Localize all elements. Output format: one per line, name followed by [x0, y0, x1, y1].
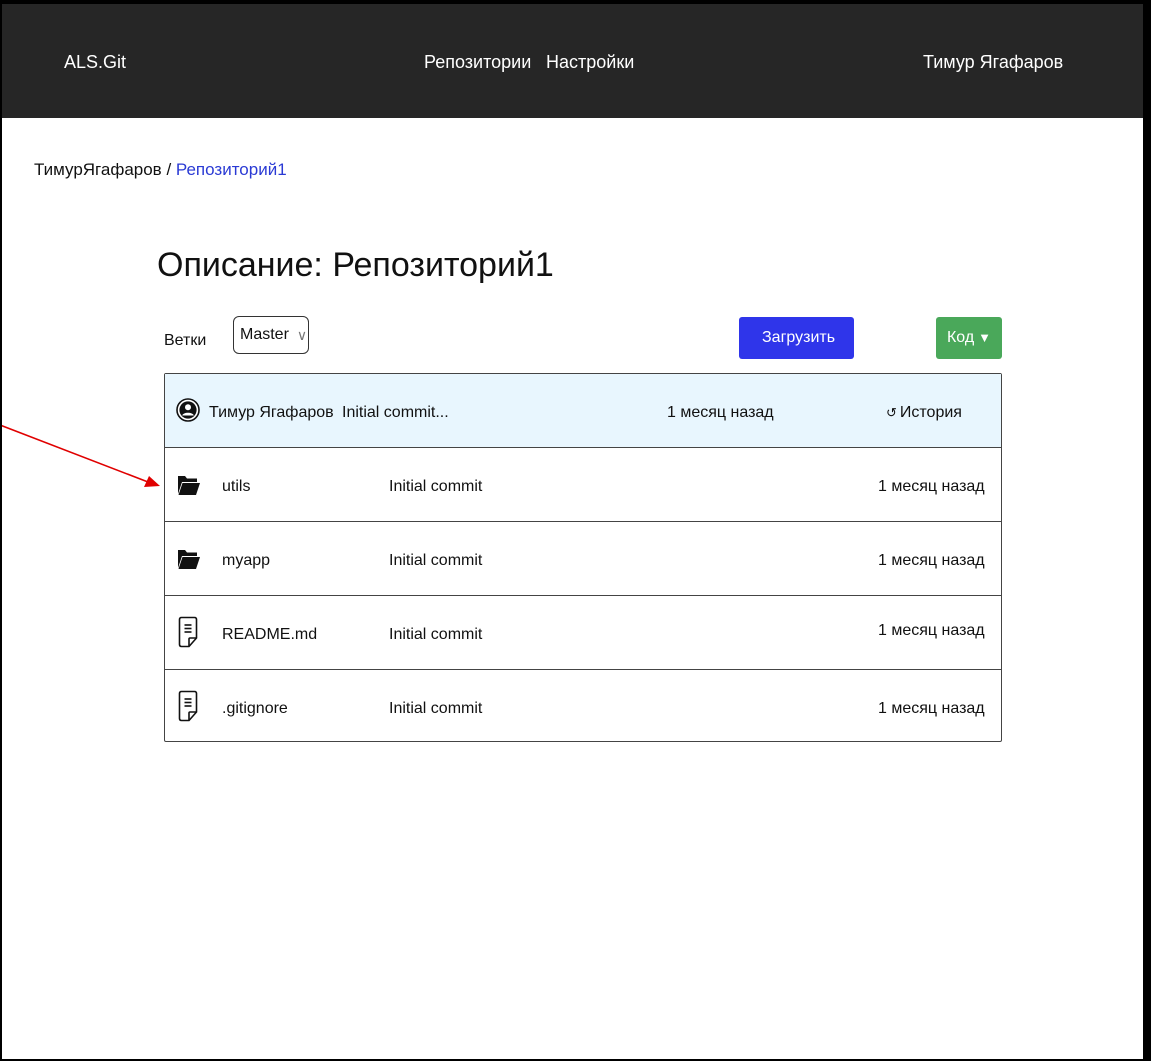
- branch-selected-value: Master: [240, 326, 289, 343]
- file-row-utils[interactable]: utils Initial commit 1 месяц назад: [165, 448, 1001, 522]
- page-title: Описание: Репозиторий1: [157, 246, 554, 284]
- breadcrumb-repo-link[interactable]: Репозиторий1: [176, 160, 287, 179]
- folder-open-icon: [178, 550, 200, 569]
- nav-settings-link[interactable]: Настройки: [546, 52, 634, 73]
- chevron-down-icon: ∨: [296, 326, 308, 343]
- commit-date: 1 месяц назад: [667, 404, 774, 421]
- file-commit-message[interactable]: Initial commit: [389, 478, 482, 496]
- file-commit-date: 1 месяц назад: [878, 700, 985, 717]
- branch-select[interactable]: Master ∨: [233, 316, 309, 354]
- file-commit-message[interactable]: Initial commit: [389, 626, 482, 644]
- history-label: История: [899, 404, 962, 421]
- file-commit-date: 1 месяц назад: [878, 478, 985, 495]
- file-name[interactable]: myapp: [222, 552, 270, 570]
- caret-down-icon: ▼: [978, 330, 992, 345]
- history-link[interactable]: ↺ История: [886, 404, 962, 422]
- history-icon: ↺: [886, 405, 897, 420]
- code-button[interactable]: Код ▼: [936, 317, 1002, 359]
- document-icon: [178, 616, 198, 648]
- branch-label: Ветки: [164, 332, 207, 349]
- user-avatar-icon: [176, 398, 200, 422]
- document-icon: [178, 690, 198, 722]
- file-name[interactable]: .gitignore: [222, 700, 288, 718]
- breadcrumb: ТимурЯгафаров / Репозиторий1: [34, 160, 287, 180]
- file-row-readme[interactable]: README.md Initial commit 1 месяц назад: [165, 596, 1001, 670]
- file-row-gitignore[interactable]: .gitignore Initial commit 1 месяц назад: [165, 670, 1001, 744]
- file-commit-date: 1 месяц назад: [878, 552, 985, 569]
- user-menu[interactable]: Тимур Ягафаров: [923, 52, 1063, 73]
- file-commit-message[interactable]: Initial commit: [389, 700, 482, 718]
- latest-commit-row: Тимур Ягафаров Initial commit... 1 месяц…: [165, 374, 1001, 448]
- top-navbar: ALS.Git Репозитории Настройки Тимур Ягаф…: [0, 0, 1151, 118]
- file-row-myapp[interactable]: myapp Initial commit 1 месяц назад: [165, 522, 1001, 596]
- commit-author[interactable]: Тимур Ягафаров: [209, 404, 334, 422]
- nav-repositories-link[interactable]: Репозитории: [424, 52, 531, 73]
- code-button-label: Код: [946, 329, 975, 346]
- brand-logo[interactable]: ALS.Git: [64, 52, 126, 73]
- file-name[interactable]: utils: [222, 478, 250, 496]
- breadcrumb-owner-link[interactable]: ТимурЯгафаров: [34, 160, 162, 179]
- breadcrumb-separator: /: [161, 160, 176, 179]
- commit-message[interactable]: Initial commit...: [342, 404, 449, 422]
- file-table: Тимур Ягафаров Initial commit... 1 месяц…: [164, 373, 1002, 742]
- file-name[interactable]: README.md: [222, 626, 317, 644]
- file-commit-message[interactable]: Initial commit: [389, 552, 482, 570]
- upload-button[interactable]: Загрузить: [739, 317, 854, 359]
- folder-open-icon: [178, 476, 200, 495]
- file-commit-date: 1 месяц назад: [878, 622, 985, 639]
